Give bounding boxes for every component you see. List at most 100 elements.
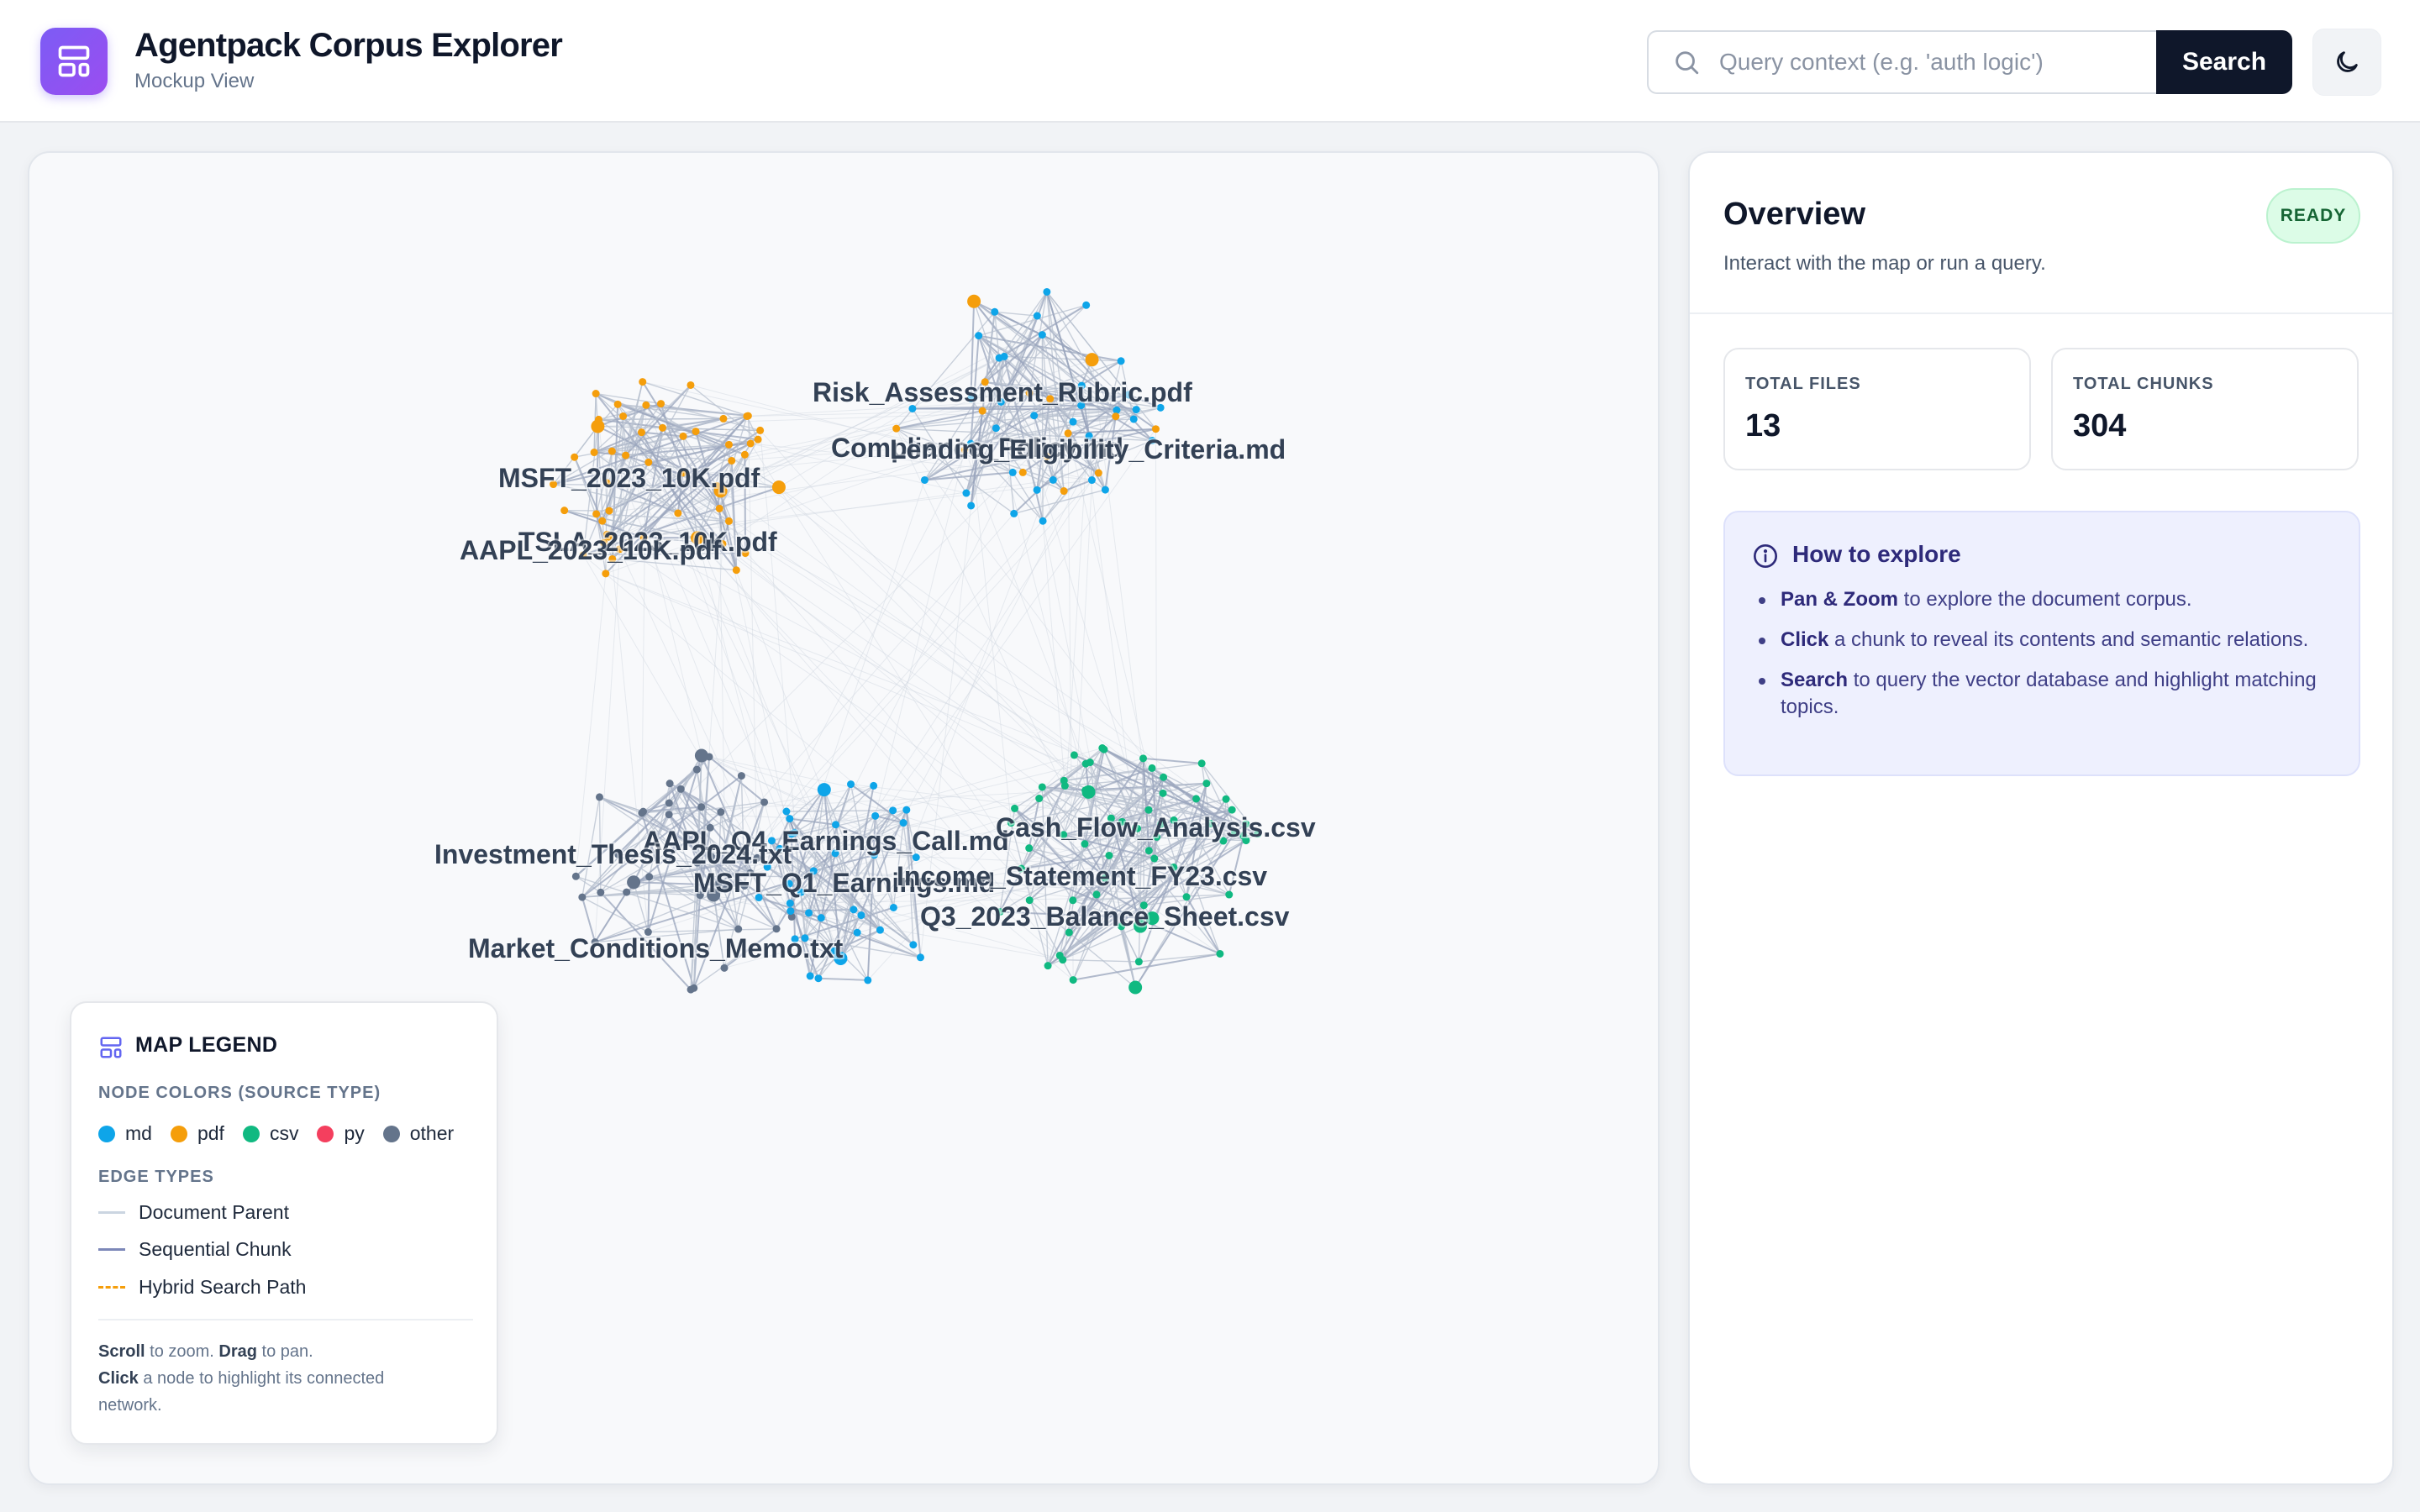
chunk-node[interactable] <box>623 888 631 896</box>
chunk-node[interactable] <box>674 509 682 517</box>
chunk-node[interactable] <box>676 785 685 793</box>
chunk-node[interactable] <box>622 451 630 459</box>
chunk-node[interactable] <box>613 400 622 408</box>
chunk-node[interactable] <box>1038 783 1046 791</box>
chunk-node[interactable] <box>870 781 878 790</box>
chunk-node[interactable] <box>1082 301 1091 309</box>
chunk-node[interactable] <box>658 423 666 432</box>
doc-label[interactable]: Cash_Flow_Analysis.csv <box>994 811 1318 844</box>
chunk-node[interactable] <box>850 906 858 914</box>
chunk-node[interactable] <box>720 963 729 972</box>
chunk-node[interactable] <box>571 872 580 880</box>
chunk-node[interactable] <box>1025 844 1034 853</box>
chunk-node[interactable] <box>892 424 901 433</box>
chunk-node[interactable] <box>687 985 695 994</box>
chunk-node[interactable] <box>746 439 755 448</box>
chunk-node[interactable] <box>665 811 673 819</box>
chunk-node[interactable] <box>817 914 825 922</box>
chunk-node[interactable] <box>1081 759 1090 768</box>
chunk-node[interactable] <box>734 925 743 933</box>
chunk-node[interactable] <box>590 449 598 457</box>
doc-label[interactable]: MSFT_2023_10K.pdf <box>497 461 762 495</box>
chunk-node[interactable] <box>771 480 786 495</box>
doc-label[interactable]: Market_Conditions_Memo.txt <box>466 932 845 965</box>
chunk-node[interactable] <box>1033 486 1041 494</box>
chunk-node[interactable] <box>857 911 865 920</box>
chunk-node[interactable] <box>1148 764 1156 772</box>
chunk-node[interactable] <box>1129 415 1138 423</box>
chunk-node[interactable] <box>591 419 605 433</box>
chunk-node[interactable] <box>605 507 613 515</box>
chunk-node[interactable] <box>1117 357 1125 365</box>
chunk-node[interactable] <box>978 407 986 415</box>
chunk-node[interactable] <box>719 414 728 423</box>
chunk-node[interactable] <box>1098 744 1107 753</box>
chunk-node[interactable] <box>967 294 981 308</box>
chunk-node[interactable] <box>744 412 752 420</box>
chunk-node[interactable] <box>687 381 695 389</box>
chunk-node[interactable] <box>853 928 861 937</box>
chunk-node[interactable] <box>1151 425 1160 433</box>
chunk-node[interactable] <box>627 875 641 890</box>
chunk-node[interactable] <box>1092 890 1101 899</box>
chunk-node[interactable] <box>608 447 616 455</box>
chunk-node[interactable] <box>1112 412 1120 421</box>
chunk-node[interactable] <box>786 899 794 907</box>
chunk-node[interactable] <box>1044 962 1052 970</box>
search-box[interactable] <box>1647 30 2158 94</box>
chunk-node[interactable] <box>1144 847 1153 855</box>
chunk-node[interactable] <box>732 566 740 575</box>
chunk-node[interactable] <box>902 806 911 814</box>
corpus-map-panel[interactable]: Risk_Assessment_Rubric.pdf Compliance_Po… <box>28 151 1660 1485</box>
chunk-node[interactable] <box>692 428 700 436</box>
chunk-node[interactable] <box>847 780 855 789</box>
chunk-node[interactable] <box>1105 851 1113 859</box>
chunk-node[interactable] <box>991 307 999 316</box>
chunk-node[interactable] <box>1085 353 1099 367</box>
chunk-node[interactable] <box>889 903 897 911</box>
chunk-node[interactable] <box>817 783 831 797</box>
chunk-node[interactable] <box>1081 785 1096 799</box>
chunk-node[interactable] <box>679 432 687 440</box>
chunk-node[interactable] <box>1139 754 1148 763</box>
chunk-node[interactable] <box>1087 476 1096 485</box>
chunk-node[interactable] <box>756 426 765 434</box>
chunk-node[interactable] <box>692 765 701 774</box>
chunk-node[interactable] <box>871 811 880 820</box>
chunk-node[interactable] <box>1049 475 1057 484</box>
chunk-node[interactable] <box>782 807 791 816</box>
chunk-node[interactable] <box>1069 417 1077 426</box>
chunk-node[interactable] <box>814 974 823 983</box>
chunk-node[interactable] <box>889 806 897 815</box>
doc-label[interactable]: Income_Statement_FY23.csv <box>895 859 1269 893</box>
chunk-node[interactable] <box>592 390 600 398</box>
chunk-node[interactable] <box>916 953 924 962</box>
chunk-node[interactable] <box>786 907 795 916</box>
chunk-node[interactable] <box>639 378 647 386</box>
chunk-node[interactable] <box>665 799 673 807</box>
chunk-node[interactable] <box>1059 956 1067 964</box>
chunk-node[interactable] <box>595 793 603 801</box>
doc-label[interactable]: AAPL_2023_10K.pdf <box>458 533 723 567</box>
theme-toggle-button[interactable] <box>2312 29 2381 96</box>
chunk-node[interactable] <box>1018 468 1027 476</box>
chunk-node[interactable] <box>754 435 762 444</box>
chunk-node[interactable] <box>740 450 749 459</box>
chunk-node[interactable] <box>1010 509 1018 517</box>
chunk-node[interactable] <box>597 888 605 896</box>
chunk-node[interactable] <box>1202 780 1211 788</box>
chunk-node[interactable] <box>724 517 733 525</box>
chunk-node[interactable] <box>717 808 725 816</box>
chunk-node[interactable] <box>772 925 781 933</box>
chunk-node[interactable] <box>864 976 872 984</box>
chunk-node[interactable] <box>637 428 645 437</box>
chunk-node[interactable] <box>1134 958 1143 966</box>
chunk-node[interactable] <box>1222 795 1230 803</box>
chunk-node[interactable] <box>1039 517 1047 525</box>
chunk-node[interactable] <box>1197 759 1206 768</box>
chunk-node[interactable] <box>1192 795 1201 803</box>
chunk-node[interactable] <box>786 815 794 823</box>
search-button[interactable]: Search <box>2156 30 2292 94</box>
chunk-node[interactable] <box>1060 776 1068 785</box>
doc-label[interactable]: Risk_Assessment_Rubric.pdf <box>811 375 1194 409</box>
